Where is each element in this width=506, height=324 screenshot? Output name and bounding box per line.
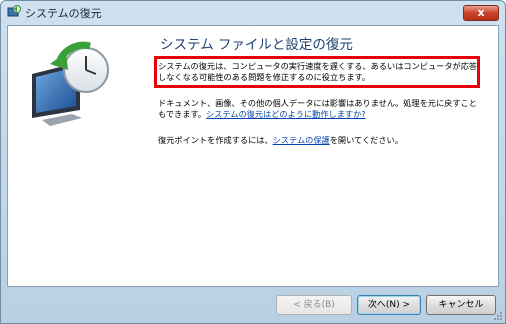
content-pane: システム ファイルと設定の復元 システムの復元は、コンピュータの実行速度を遅くす… <box>7 25 499 287</box>
back-button[interactable]: < 戻る(B) <box>276 295 352 315</box>
how-it-works-link[interactable]: システムの復元はどのように動作しますか? <box>206 109 366 119</box>
info-paragraph: ドキュメント、画像、その他の個人データには影響はありません。処理を元に戻すことも… <box>158 98 480 120</box>
window-title: システムの復元 <box>25 7 102 20</box>
close-button[interactable]: x <box>463 5 499 21</box>
title-bar: システムの復元 x <box>1 1 505 25</box>
next-button[interactable]: 次へ(N) > <box>357 295 421 315</box>
highlight-box <box>154 56 480 88</box>
system-restore-icon <box>7 5 21 17</box>
resize-grip-icon[interactable] <box>493 311 503 321</box>
restore-point-suffix: を開いてください。 <box>329 135 403 145</box>
restore-point-paragraph: 復元ポイントを作成するには、システムの保護を開いてください。 <box>158 135 480 146</box>
restore-point-text: 復元ポイントを作成するには、 <box>158 135 273 145</box>
page-heading: システム ファイルと設定の復元 <box>160 37 353 53</box>
system-restore-window: システムの復元 x システム ファイルと設定の復元 システムの復元は、コンピュー… <box>0 0 506 324</box>
cancel-button[interactable]: キャンセル <box>426 295 496 315</box>
system-protection-link[interactable]: システムの保護 <box>273 135 330 145</box>
button-bar: < 戻る(B) 次へ(N) > キャンセル <box>1 287 505 323</box>
restore-illustration-icon <box>32 41 109 126</box>
